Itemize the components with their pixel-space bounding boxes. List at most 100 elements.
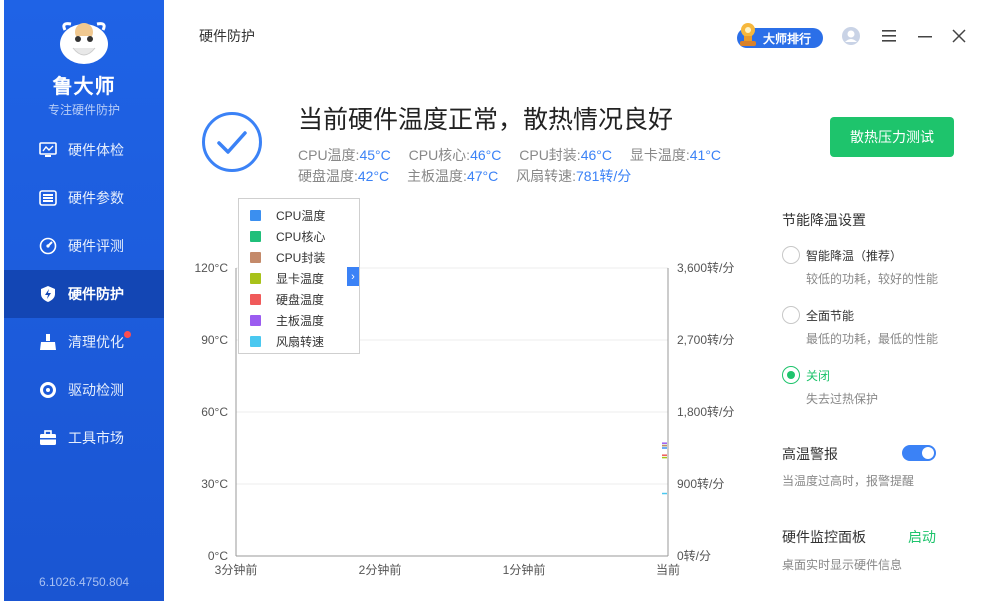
sidebar-item-label: 硬件参数 [68,190,124,206]
legend-swatch [250,231,261,242]
y-left-tick-label: 120°C [195,261,229,275]
legend-item[interactable]: 风扇转速 [239,331,359,352]
sidebar: 鲁大师 专注硬件防护 硬件体检 硬件参数 硬件评测 硬件防护 清理优化 驱动检测… [4,0,164,601]
stat-label: 显卡温度: [629,147,690,163]
chart-legend: CPU温度 CPU核心 CPU封装 显卡温度 硬盘温度 主板温度 风扇转速 [238,198,360,354]
trophy-icon [735,20,761,48]
toolbox-icon [38,428,58,448]
legend-swatch [250,210,261,221]
notification-dot [124,331,131,338]
monitor-desc: 桌面实时显示硬件信息 [782,558,903,572]
monitor-panel-title: 硬件监控面板 [782,529,866,545]
option-label: 智能降温（推荐） [806,249,903,263]
stat-label: 硬盘温度: [298,168,358,184]
stat-label: CPU封装: [519,147,581,163]
app-subtitle: 专注硬件防护 [47,103,120,117]
gear-icon [38,380,58,400]
legend-swatch [250,315,261,326]
stat-label: CPU温度: [298,147,360,163]
stat-value: 47°C [466,168,499,184]
user-icon[interactable] [841,26,861,46]
menu-icon[interactable] [879,26,899,46]
x-tick-label: 1分钟前 [503,562,546,577]
x-tick-label: 3分钟前 [215,562,258,577]
y-left-tick-label: 0°C [208,549,228,563]
legend-label: CPU温度 [276,209,326,223]
legend-label: 风扇转速 [276,335,325,349]
status-title: 当前硬件温度正常，散热情况良好 [298,106,674,134]
stat-value: 46°C [580,147,612,163]
y-left-tick-label: 60°C [201,405,228,419]
option-smart-cooling[interactable]: 智能降温（推荐） 较低的功耗，较好的性能 [782,246,939,287]
stat-value: 781转/分 [576,168,632,184]
option-desc: 最低的功耗，最低的性能 [806,332,939,346]
x-tick-label: 当前 [656,562,680,577]
radio-button[interactable] [782,306,800,324]
legend-item[interactable]: 硬盘温度 [239,289,359,310]
legend-collapse-button[interactable]: › [347,267,359,286]
app-name: 鲁大师 [52,76,116,98]
sidebar-nav: 硬件体检 硬件参数 硬件评测 硬件防护 清理优化 驱动检测 工具市场 [4,126,164,462]
option-desc: 失去过热保护 [806,392,879,406]
stat-label: CPU核心: [408,147,471,163]
option-off[interactable]: 关闭 失去过热保护 [782,366,879,407]
ludashi-logo-icon [55,18,113,66]
master-rank-button[interactable]: 大师排行 [737,23,823,48]
sidebar-item-label: 工具市场 [68,430,124,446]
radio-button-selected[interactable] [782,366,800,384]
sidebar-item-hardware-benchmark[interactable]: 硬件评测 [4,222,164,270]
alarm-desc: 当温度过高时，报警提醒 [782,474,915,488]
radio-button[interactable] [782,246,800,264]
broom-icon [38,332,58,352]
sidebar-item-hardware-params[interactable]: 硬件参数 [4,174,164,222]
sidebar-item-label: 硬件体检 [68,142,124,158]
speedometer-icon [38,236,58,256]
option-label: 全面节能 [806,309,855,323]
list-icon [38,188,58,208]
sidebar-item-hardware-protection[interactable]: 硬件防护 [4,270,164,318]
sidebar-item-driver-check[interactable]: 驱动检测 [4,366,164,414]
stat-label: 风扇转速: [516,168,577,184]
legend-item[interactable]: CPU封装 [239,247,359,268]
option-full-saving[interactable]: 全面节能 最低的功耗，最低的性能 [782,306,939,347]
logo-area: 鲁大师 专注硬件防护 [4,18,164,118]
legend-label: 主板温度 [276,314,325,328]
y-right-tick-label: 1,800转/分 [677,404,734,419]
y-left-tick-label: 30°C [201,477,228,491]
sidebar-item-hardware-check[interactable]: 硬件体检 [4,126,164,174]
minimize-icon[interactable] [915,26,935,46]
legend-item[interactable]: 主板温度 [239,310,359,331]
legend-swatch [250,294,261,305]
page-title: 硬件防护 [199,28,255,44]
sidebar-item-cleanup[interactable]: 清理优化 [4,318,164,366]
legend-label: CPU封装 [276,251,326,265]
close-icon[interactable] [949,26,969,46]
y-left-tick-label: 90°C [201,333,228,347]
y-right-tick-label: 0转/分 [677,548,711,563]
legend-swatch [250,336,261,347]
sidebar-item-tool-market[interactable]: 工具市场 [4,414,164,462]
sidebar-item-label: 硬件评测 [68,238,124,254]
legend-item[interactable]: CPU核心 [239,226,359,247]
legend-label: 显卡温度 [276,272,325,286]
y-right-tick-label: 3,600转/分 [677,260,734,275]
sidebar-item-label: 硬件防护 [68,286,124,302]
option-label: 关闭 [806,369,831,383]
stat-label: 主板温度: [407,168,467,184]
monitor-launch-link[interactable]: 启动 [908,527,936,547]
high-temp-alarm-title: 高温警报 [782,446,838,462]
stat-value: 45°C [359,147,391,163]
alarm-toggle[interactable] [902,445,936,461]
stats-row-1: CPU温度:45°C CPU核心:46°C CPU封装:46°C 显卡温度:41… [298,145,721,165]
option-desc: 较低的功耗，较好的性能 [806,272,939,286]
y-right-tick-label: 900转/分 [677,476,724,491]
stat-value: 46°C [470,147,502,163]
monitor-icon [38,140,58,160]
legend-item[interactable]: CPU温度 [239,205,359,226]
legend-item[interactable]: 显卡温度 [239,268,359,289]
shield-lightning-icon [38,284,58,304]
stress-test-button[interactable]: 散热压力测试 [830,117,954,157]
legend-swatch [250,273,261,284]
rank-label: 大师排行 [763,31,812,46]
sidebar-item-label: 清理优化 [68,334,124,350]
